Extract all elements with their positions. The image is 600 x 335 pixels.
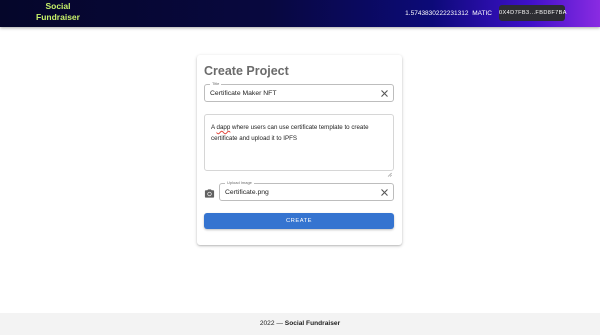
upload-clear-button[interactable] [380, 188, 389, 197]
create-project-card: Create Project Title Certificate Maker N… [197, 55, 402, 245]
resize-grip-icon[interactable] [387, 164, 392, 177]
balance-amount: 1.5743830222231312 [405, 10, 469, 17]
title-field-label: Title [210, 81, 222, 86]
create-button[interactable]: CREATE [204, 213, 394, 229]
close-icon [381, 189, 388, 196]
upload-field-value: Certificate.png [225, 189, 269, 196]
brand-logo-text[interactable]: Social Fundraiser [36, 1, 80, 23]
footer-separator: — [276, 320, 283, 327]
description-text[interactable]: A dapp where users can use certificate t… [211, 122, 387, 144]
brand-line-2: Fundraiser [36, 12, 80, 22]
upload-image-field[interactable]: Upload Image Certificate.png [219, 180, 394, 201]
footer-brand: Social Fundraiser [284, 320, 341, 327]
wallet-address-button[interactable]: 0X4D7FB3...FBD8F7BA [499, 5, 567, 21]
footer-year: 2022 [259, 320, 275, 327]
balance-unit: MATIC [472, 10, 492, 17]
camera-icon[interactable] [204, 186, 215, 198]
misspelled-word: dapp [216, 124, 231, 131]
title-clear-button[interactable] [380, 89, 389, 98]
wallet-balance: 1.5743830222231312 MATIC [405, 9, 492, 18]
title-field-value[interactable]: Certificate Maker NFT [210, 89, 276, 98]
close-icon [381, 90, 388, 97]
description-textarea[interactable]: A dapp where users can use certificate t… [204, 114, 394, 177]
upload-field-label: Upload Image [225, 180, 254, 185]
brand-line-1: Social [45, 1, 71, 11]
page-title: Create Project [204, 64, 289, 78]
description-text-end: where users can use certificate template… [211, 124, 369, 142]
footer: 2022 — Social Fundraiser [0, 313, 600, 335]
page: Social Fundraiser 1.5743830222231312 MAT… [0, 0, 600, 335]
title-field[interactable]: Title Certificate Maker NFT [204, 81, 394, 102]
app-bar: Social Fundraiser 1.5743830222231312 MAT… [0, 0, 600, 27]
